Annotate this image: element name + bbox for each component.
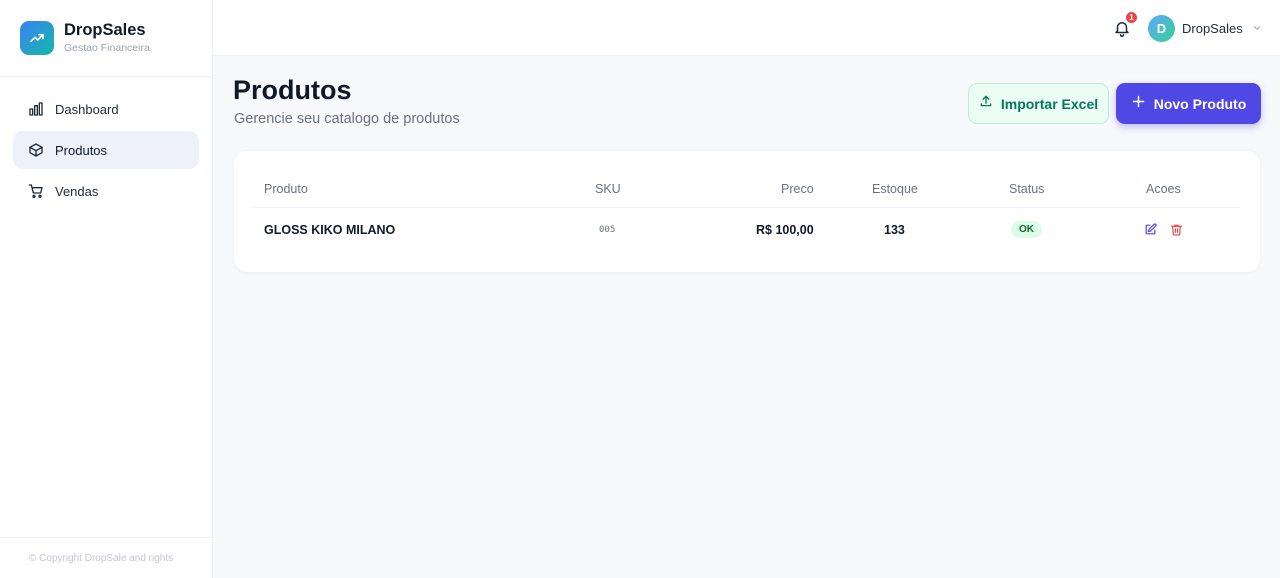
column-header-sku: SKU bbox=[595, 182, 621, 196]
page-title: Produtos bbox=[233, 75, 352, 105]
edit-icon[interactable] bbox=[1144, 223, 1157, 236]
sidebar-nav: Dashboard Produtos Vendas bbox=[0, 77, 212, 210]
plus-icon bbox=[1131, 94, 1146, 114]
trending-up-icon bbox=[20, 21, 54, 55]
status-badge: OK bbox=[1011, 221, 1042, 238]
sidebar-item-label: Vendas bbox=[55, 183, 99, 199]
brand-name: DropSales bbox=[64, 20, 146, 39]
product-price: R$ 100,00 bbox=[756, 223, 814, 237]
new-product-button[interactable]: Novo Produto bbox=[1116, 83, 1261, 124]
upload-icon bbox=[979, 94, 993, 113]
column-header-status: Status bbox=[1009, 182, 1045, 196]
chevron-down-icon bbox=[1252, 23, 1262, 33]
notification-badge: 1 bbox=[1125, 11, 1138, 24]
new-product-label: Novo Produto bbox=[1153, 95, 1247, 112]
topbar: 1 D DropSales bbox=[213, 0, 1280, 56]
sidebar-item-produtos[interactable]: Produtos bbox=[13, 131, 199, 169]
sidebar-item-dashboard[interactable]: Dashboard bbox=[13, 90, 199, 128]
sidebar-footer: © Copyright DropSale and rights bbox=[0, 537, 212, 578]
user-menu[interactable]: D DropSales bbox=[1148, 14, 1262, 42]
bar-chart-icon bbox=[28, 101, 44, 117]
column-header-estoque: Estoque bbox=[872, 182, 918, 196]
column-header-preco: Preco bbox=[781, 182, 814, 196]
user-name: DropSales bbox=[1182, 20, 1243, 36]
sidebar: DropSales Gestao Financeira Dashboard Pr… bbox=[0, 0, 213, 578]
box-icon bbox=[28, 142, 44, 158]
product-stock: 133 bbox=[884, 223, 905, 237]
column-header-acoes: Acoes bbox=[1146, 182, 1181, 196]
import-excel-button[interactable]: Importar Excel bbox=[968, 83, 1109, 124]
product-sku: 005 bbox=[599, 225, 616, 235]
page-subtitle: Gerencie seu catalogo de produtos bbox=[234, 111, 460, 127]
sidebar-item-label: Dashboard bbox=[55, 101, 119, 117]
trash-icon[interactable] bbox=[1170, 223, 1183, 236]
brand-subtitle: Gestao Financeira bbox=[64, 41, 150, 54]
column-header-produto: Produto bbox=[264, 182, 308, 196]
products-table: Produto SKU Preco Estoque Status Acoes G… bbox=[234, 151, 1260, 272]
import-excel-label: Importar Excel bbox=[1000, 95, 1099, 112]
sidebar-item-label: Produtos bbox=[55, 142, 108, 158]
avatar: D bbox=[1148, 14, 1175, 42]
sidebar-item-vendas[interactable]: Vendas bbox=[13, 172, 199, 210]
header-divider bbox=[252, 207, 1240, 208]
cart-icon bbox=[28, 183, 44, 199]
brand: DropSales Gestao Financeira bbox=[0, 0, 212, 77]
product-name: GLOSS KIKO MILANO bbox=[264, 223, 396, 237]
